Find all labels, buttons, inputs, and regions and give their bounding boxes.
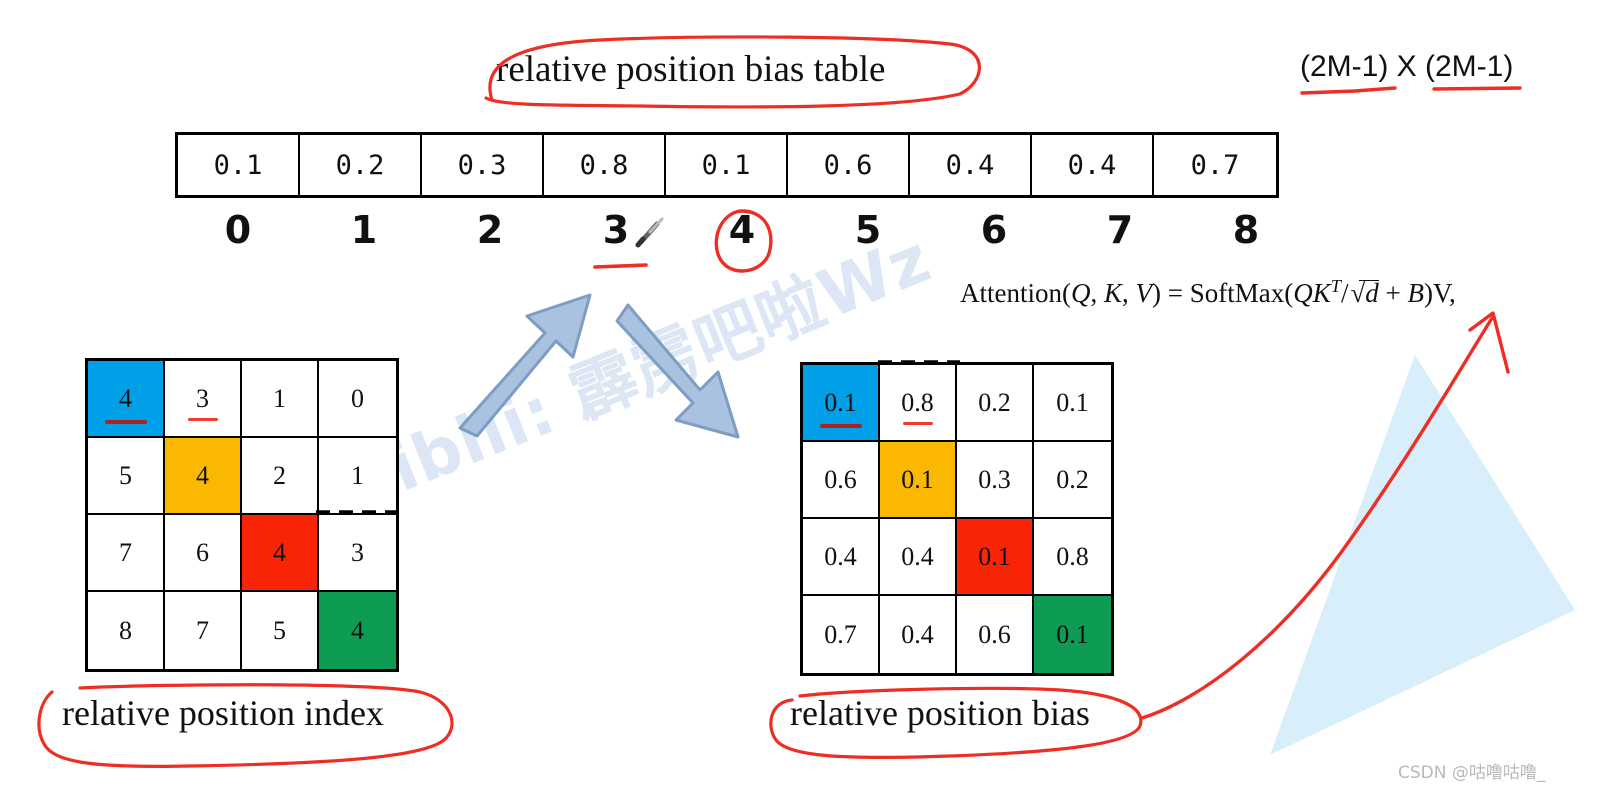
matrix-cell: 4 <box>319 592 396 669</box>
bias-table-cell: 0.4 <box>1032 135 1154 195</box>
cell-underline-icon <box>104 420 147 424</box>
cell-underline-icon <box>902 422 933 425</box>
bias-table-index-label: 6 <box>980 208 1008 252</box>
bias-table-cell: 0.8 <box>544 135 666 195</box>
formula-transpose: T <box>1330 276 1341 296</box>
decorative-triangle <box>1270 355 1575 755</box>
formula-comma1: , <box>1090 278 1104 308</box>
relative-position-bias-table: 0.1 0.2 0.3 0.8 0.1 0.6 0.4 0.4 0.7 <box>175 132 1279 198</box>
bias-table-index-label: 0 <box>224 208 252 252</box>
matrix-cell: 8 <box>88 592 165 669</box>
radical-bar <box>1359 280 1379 281</box>
matrix-cell: 5 <box>88 438 165 515</box>
matrix-cell: 1 <box>319 438 396 515</box>
index-matrix-title: relative position index <box>62 693 384 733</box>
matrix-cell: 0.1 <box>957 519 1034 596</box>
formula-v: V <box>1135 278 1153 308</box>
relative-position-bias-matrix: 0.1 0.8 0.2 0.1 0.6 0.1 0.3 0.2 0.4 0.4 0.1 0.8 0.7 0… <box>800 362 1114 676</box>
matrix-cell: 0.1 <box>1034 365 1111 442</box>
bias-table-index-label: 8 <box>1232 208 1260 252</box>
slide-canvas: Bilibili: 霹雳吧啦Wz relative position bias … <box>0 0 1624 792</box>
formula-tail: )V, <box>1424 278 1456 308</box>
matrix-cell: 0.4 <box>803 519 880 596</box>
matrix-cell: 0.8 <box>1034 519 1111 596</box>
bias-table-cell: 0.6 <box>788 135 910 195</box>
matrix-cell: 7 <box>165 592 242 669</box>
matrix-cell: 0.4 <box>880 519 957 596</box>
bias-table-index-label: 5 <box>854 208 882 252</box>
arrow-down-right-icon <box>615 303 740 439</box>
bias-table-cell: 0.1 <box>178 135 300 195</box>
red-arrow-head-icon <box>1468 311 1510 374</box>
cell-underline-icon <box>819 424 862 428</box>
bias-table-index-label: 4 <box>728 208 756 252</box>
csdn-credit: CSDN @咕噜咕噜_ <box>1398 763 1546 783</box>
matrix-cell: 0.3 <box>957 442 1034 519</box>
bias-table-cell: 0.7 <box>1190 149 1240 181</box>
matrix-cell: 6 <box>165 515 242 592</box>
matrix-cell: 4 <box>242 515 319 592</box>
bias-table-cell: 0.1 <box>666 135 788 195</box>
matrix-cell: 0.2 <box>1034 442 1111 519</box>
matrix-cell: 4 <box>88 361 165 438</box>
red-arrow-to-b-icon <box>1140 316 1494 720</box>
formula-comma2: , <box>1122 278 1136 308</box>
formula-sqrt: √d <box>1348 278 1379 309</box>
bias-table-index-row: 0 1 2 3 4 5 6 7 8 <box>175 208 1309 252</box>
attention-formula: Attention(Q, K, V) = SoftMax(QKT/√d + B)… <box>960 276 1456 309</box>
formula-b: B <box>1407 278 1425 308</box>
matrix-cell: 7 <box>88 515 165 592</box>
underline-dim-left-icon <box>1300 86 1397 95</box>
bias-table-index-label: 3 <box>602 208 630 252</box>
matrix-cell: 0 <box>319 361 396 438</box>
matrix-cell: 0.4 <box>880 596 957 673</box>
bias-table-index-label: 1 <box>350 208 378 252</box>
underline-index-3-icon <box>593 263 648 269</box>
matrix-cell: 0.7 <box>803 596 880 673</box>
matrix-cell: 0.1 <box>880 442 957 519</box>
formula-k: K <box>1103 278 1122 308</box>
bias-table-title: relative position bias table <box>496 49 886 90</box>
matrix-cell: 4 <box>165 438 242 515</box>
radical-sign: √ <box>1350 278 1366 308</box>
formula-plus: + <box>1378 278 1408 308</box>
bias-table-cell: 0.2 <box>300 135 422 195</box>
matrix-cell: 0.2 <box>957 365 1034 442</box>
matrix-cell: 0.1 <box>1034 596 1111 673</box>
matrix-cell: 0.6 <box>957 596 1034 673</box>
matrix-cell: 0.1 <box>803 365 880 442</box>
cell-underline-icon <box>187 418 218 421</box>
formula-lhs: Attention( <box>960 278 1071 308</box>
matrix-cell: 3 <box>165 361 242 438</box>
formula-slash: / <box>1340 278 1349 308</box>
bias-table-index-label: 7 <box>1106 208 1134 252</box>
relative-position-index-matrix: 4310542176438754 <box>85 358 399 672</box>
matrix-cell: 3 <box>319 515 396 592</box>
matrix-cell: 0.6 <box>803 442 880 519</box>
matrix-cell: 1 <box>242 361 319 438</box>
bias-table-cell: 0.4 <box>910 135 1032 195</box>
formula-qk: QK <box>1293 278 1331 308</box>
arrow-up-right-icon <box>458 293 592 438</box>
formula-q: Q <box>1070 278 1091 308</box>
bias-table-cell: 0.3 <box>422 135 544 195</box>
bias-matrix-title: relative position bias <box>790 693 1090 733</box>
dimension-note: (2M-1) X (2M-1) <box>1300 50 1514 83</box>
matrix-cell: 2 <box>242 438 319 515</box>
underline-dim-right-icon <box>1432 86 1522 91</box>
formula-d: d <box>1365 278 1379 308</box>
formula-eq: ) = SoftMax( <box>1152 278 1294 308</box>
matrix-cell: 5 <box>242 592 319 669</box>
bias-table-index-label: 2 <box>476 208 504 252</box>
matrix-cell: 0.8 <box>880 365 957 442</box>
